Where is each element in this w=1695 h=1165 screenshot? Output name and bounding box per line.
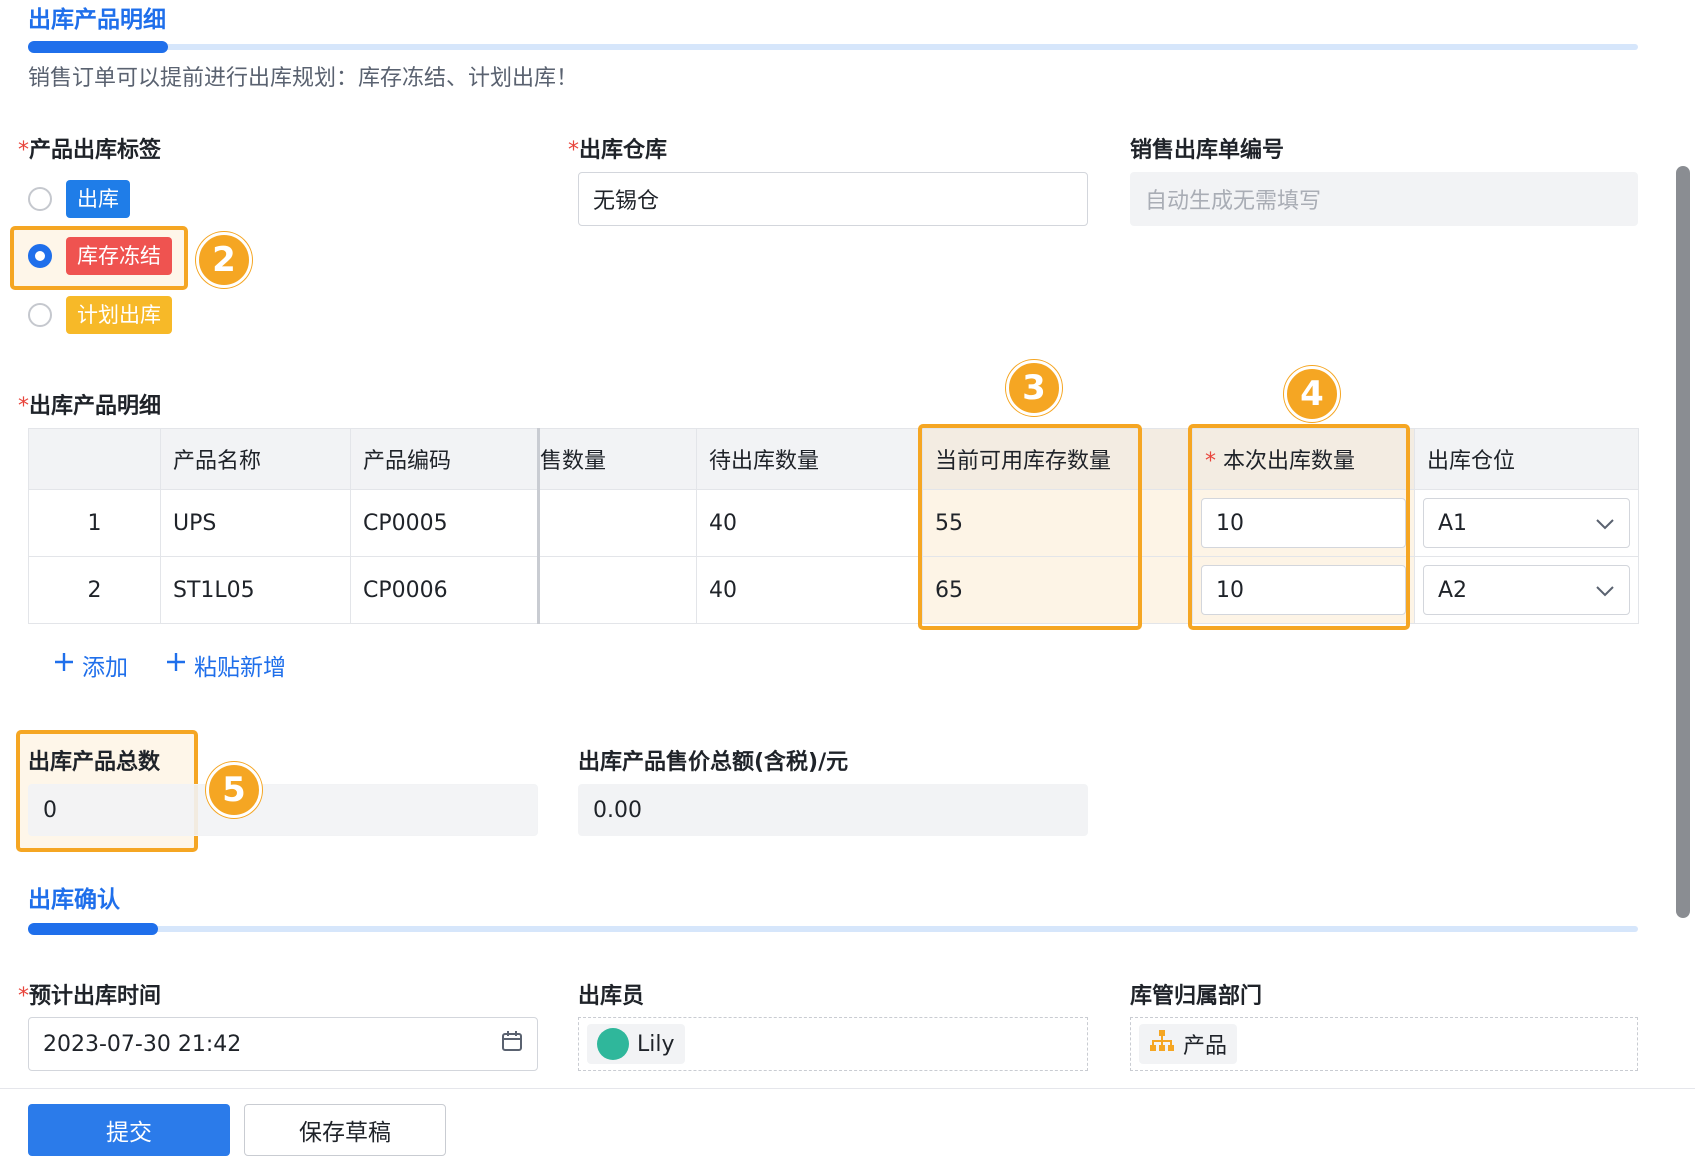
date-value: 2023-07-30 21:42 (43, 1031, 242, 1057)
paste-add-button[interactable]: 粘贴新增 (166, 648, 286, 682)
col-location: 出库仓位 (1414, 428, 1639, 490)
department-field-label: 库管归属部门 (1130, 984, 1263, 1009)
plus-icon (54, 652, 74, 678)
row-index: 2 (28, 556, 161, 624)
operator-chip: Lily (587, 1024, 685, 1064)
row-sale-qty (537, 489, 697, 557)
confirm-section-divider (28, 923, 1638, 935)
tag-planned: 计划出库 (66, 296, 172, 334)
row-pending-qty: 40 (696, 556, 923, 624)
row-code: CP0006 (350, 556, 539, 624)
radio-freeze[interactable] (28, 244, 52, 268)
row-name: UPS (160, 489, 351, 557)
detail-section-hint: 销售订单可以提前进行出库规划：库存冻结、计划出库！ (28, 66, 579, 91)
radio-option-planned[interactable]: 计划出库 (28, 296, 172, 334)
row-code: CP0005 (350, 489, 539, 557)
detail-section-title: 出库产品明细 (28, 7, 166, 33)
date-picker-input[interactable]: 2023-07-30 21:42 (28, 1017, 538, 1071)
highlight-box-3 (918, 424, 1142, 630)
location-value: A1 (1438, 510, 1468, 536)
col-product-name: 产品名称 (160, 428, 351, 490)
tag-outbound: 出库 (66, 180, 130, 218)
row-pending-qty: 40 (696, 489, 923, 557)
org-chart-icon (1149, 1029, 1175, 1059)
total-count-label: 出库产品总数 (28, 750, 161, 775)
warehouse-input[interactable]: 无锡仓 (578, 172, 1088, 226)
detail-section-divider (28, 41, 1638, 53)
date-field-label: *预计出库时间 (18, 984, 162, 1009)
tag-freeze: 库存冻结 (66, 237, 172, 275)
order-no-field-label: 销售出库单编号 (1130, 138, 1285, 163)
footer-divider (0, 1088, 1695, 1089)
warehouse-field-label: *出库仓库 (568, 138, 668, 163)
row-location-cell: A1 (1414, 489, 1639, 557)
location-select[interactable]: A1 (1423, 498, 1630, 548)
total-amount-label: 出库产品售价总额(含税)/元 (578, 750, 849, 775)
location-value: A2 (1438, 577, 1468, 603)
radio-option-outbound[interactable]: 出库 (28, 180, 130, 218)
plus-icon (166, 652, 186, 678)
location-select[interactable]: A2 (1423, 565, 1630, 615)
avatar (597, 1028, 629, 1060)
confirm-section-title: 出库确认 (28, 887, 120, 913)
row-location-cell: A2 (1414, 556, 1639, 624)
order-no-input: 自动生成无需填写 (1130, 172, 1638, 226)
vertical-scrollbar[interactable] (1676, 166, 1690, 918)
submit-button[interactable]: 提交 (28, 1104, 230, 1156)
marker-3: 3 (1006, 360, 1062, 416)
col-product-code: 产品编码 (350, 428, 539, 490)
total-count-field: 0 (28, 784, 538, 836)
operator-field-label: 出库员 (578, 984, 645, 1009)
save-draft-button[interactable]: 保存草稿 (244, 1104, 446, 1156)
calendar-icon[interactable] (501, 1030, 523, 1058)
chevron-down-icon (1595, 578, 1615, 603)
marker-2: 2 (196, 232, 252, 288)
operator-field[interactable]: Lily (578, 1017, 1088, 1071)
add-row-button[interactable]: 添加 (54, 648, 128, 682)
radio-planned[interactable] (28, 303, 52, 327)
row-sale-qty (537, 556, 697, 624)
marker-4: 4 (1284, 366, 1340, 422)
chevron-down-icon (1595, 511, 1615, 536)
total-amount-field: 0.00 (578, 784, 1088, 836)
row-index: 1 (28, 489, 161, 557)
tag-field-label: *产品出库标签 (18, 138, 162, 163)
department-field[interactable]: 产品 (1130, 1017, 1638, 1071)
department-chip: 产品 (1139, 1024, 1238, 1064)
product-table-label: *出库产品明细 (18, 394, 162, 419)
highlight-box-4 (1188, 424, 1410, 630)
col-index (28, 428, 161, 490)
col-pending-qty: 待出库数量 (696, 428, 923, 490)
radio-option-freeze[interactable]: 库存冻结 (28, 237, 172, 275)
marker-5: 5 (206, 762, 262, 818)
col-sale-qty: 售数量 (537, 428, 697, 490)
row-name: ST1L05 (160, 556, 351, 624)
radio-outbound[interactable] (28, 187, 52, 211)
